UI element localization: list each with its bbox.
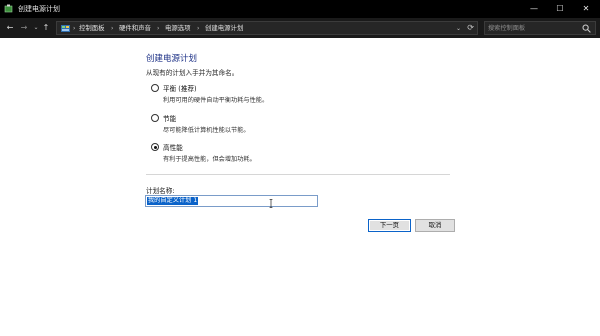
plan-name-value[interactable]: 我的自定义计划 1	[147, 197, 199, 205]
back-button[interactable]: ←	[4, 21, 16, 35]
search-input[interactable]	[488, 22, 580, 34]
plan-name-input[interactable]: 我的自定义计划 1	[145, 195, 318, 207]
option-description: 有利于提高性能，但会增加功耗。	[163, 156, 256, 163]
address-bar[interactable]: › 控制面板 › 硬件和声音 › 电源选项 › 创建电源计划 ⌄ ⟳	[56, 21, 478, 35]
radio-button-checked[interactable]	[151, 143, 159, 151]
radio-button[interactable]	[151, 84, 159, 92]
breadcrumb-separator: ›	[197, 25, 200, 32]
search-icon	[582, 24, 591, 33]
page-title: 创建电源计划	[146, 54, 198, 64]
breadcrumb-control-panel[interactable]: 控制面板	[79, 23, 105, 34]
search-box[interactable]	[484, 21, 596, 35]
up-button[interactable]: ↑	[40, 21, 52, 35]
plan-option-power-saver[interactable]: 节能 尽可能降低计算机性能以节能。	[151, 113, 411, 135]
option-label[interactable]: 平衡 (推荐)	[163, 83, 197, 93]
minimize-button[interactable]: —	[522, 0, 546, 18]
breadcrumb-create-power-plan[interactable]: 创建电源计划	[205, 23, 243, 34]
refresh-icon[interactable]: ⟳	[467, 22, 474, 34]
plan-name-label: 计划名称:	[146, 187, 175, 195]
plan-option-balanced[interactable]: 平衡 (推荐) 利用可用的硬件自动平衡功耗与性能。	[151, 83, 411, 105]
content-area: 创建电源计划 从现有的计划入手并为其命名。 平衡 (推荐) 利用可用的硬件自动平…	[0, 38, 600, 336]
plan-option-high-performance[interactable]: 高性能 有利于提高性能，但会增加功耗。	[151, 142, 411, 164]
cancel-button[interactable]: 取消	[415, 219, 455, 232]
breadcrumb-separator: ›	[73, 25, 76, 32]
breadcrumb-separator: ›	[157, 25, 160, 32]
power-options-icon	[4, 4, 13, 13]
breadcrumb-power-options[interactable]: 电源选项	[165, 23, 191, 34]
chevron-down-icon[interactable]: ⌄	[456, 23, 461, 34]
navigation-toolbar: ← → ⌄ ↑ › 控制面板 › 硬件和声音 › 电源选项 › 创建电源计划 ⌄…	[0, 18, 600, 38]
text-cursor-icon	[269, 199, 273, 208]
breadcrumb-hardware-sound[interactable]: 硬件和声音	[119, 23, 151, 34]
option-description: 尽可能降低计算机性能以节能。	[163, 127, 250, 134]
page-subtitle: 从现有的计划入手并为其命名。	[146, 69, 239, 77]
option-description: 利用可用的硬件自动平衡功耗与性能。	[163, 97, 269, 104]
maximize-button[interactable]: ☐	[548, 0, 572, 18]
window-title: 创建电源计划	[18, 5, 60, 13]
forward-button[interactable]: →	[18, 21, 30, 35]
close-button[interactable]: ✕	[574, 0, 598, 18]
title-bar: 创建电源计划 — ☐ ✕	[0, 0, 600, 18]
option-label[interactable]: 节能	[163, 113, 176, 123]
radio-button[interactable]	[151, 114, 159, 122]
divider	[146, 174, 450, 175]
breadcrumb-separator: ›	[111, 25, 114, 32]
option-label[interactable]: 高性能	[163, 142, 183, 152]
control-panel-icon	[61, 25, 70, 32]
next-button[interactable]: 下一页	[368, 219, 411, 232]
